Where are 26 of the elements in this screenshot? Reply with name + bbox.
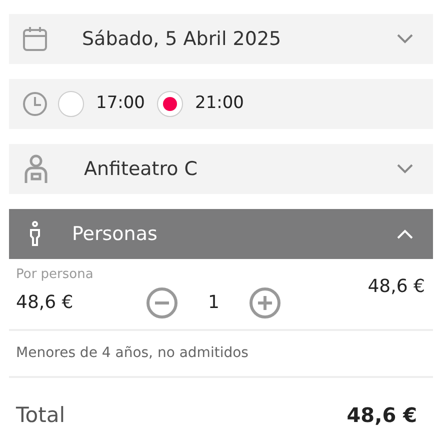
calendar-icon — [22, 26, 48, 52]
age-note: Menores de 4 años, no admitidos — [9, 330, 433, 378]
radio-button[interactable] — [157, 91, 183, 117]
clock-icon — [22, 91, 48, 117]
chevron-icon — [397, 229, 413, 239]
plus-button[interactable] — [249, 286, 282, 318]
total-value: 48,6 € — [346, 402, 417, 430]
total-label: Total — [16, 402, 66, 428]
radio-button[interactable] — [58, 91, 84, 117]
price-caption: Por persona — [15, 266, 94, 284]
minus-button[interactable] — [146, 286, 178, 318]
person-icon — [22, 154, 50, 184]
quantity-value: 1 — [208, 291, 220, 315]
unit-price: 48,6 € — [16, 291, 74, 315]
persons-title: Personas — [72, 222, 158, 247]
time-label: 21:00 — [195, 92, 244, 116]
date-select[interactable]: Sábado, 5 Abril 2025 — [9, 14, 433, 64]
venue-select[interactable]: Anfiteatro C — [9, 144, 433, 194]
persons-header[interactable]: Personas — [9, 209, 433, 259]
chevron-icon — [397, 34, 413, 44]
subtotal-price: 48,6 € — [368, 274, 425, 298]
date-value: Sábado, 5 Abril 2025 — [82, 26, 282, 52]
venue-value: Anfiteatro C — [84, 156, 199, 182]
time-label: 17:00 — [96, 92, 145, 116]
chevron-icon — [397, 164, 413, 174]
person-icon — [28, 221, 42, 247]
